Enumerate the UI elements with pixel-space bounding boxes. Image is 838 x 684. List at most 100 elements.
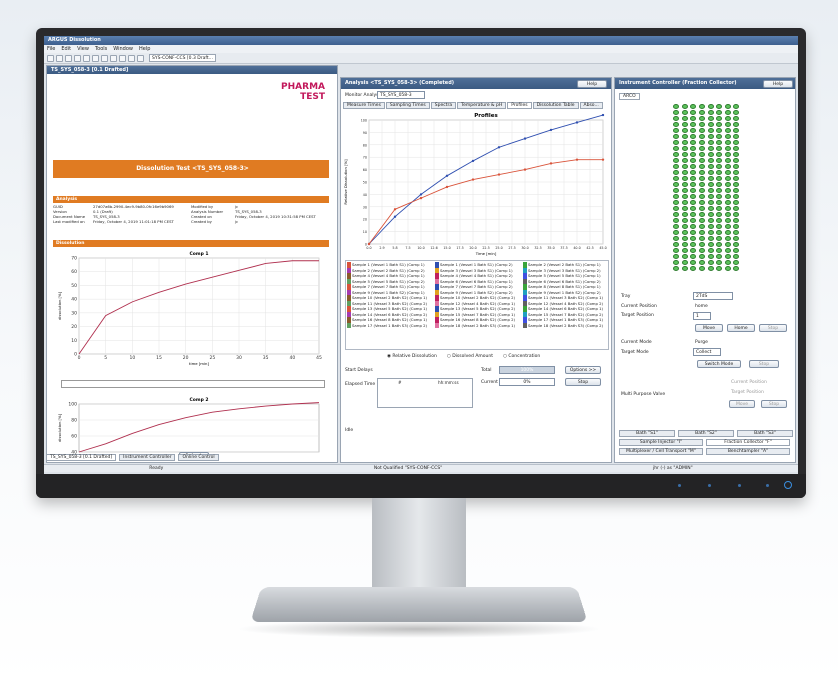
- tab-sample-injector[interactable]: Sample Injector "I": [619, 439, 703, 446]
- tray-well[interactable]: [733, 218, 740, 223]
- tray-well[interactable]: [698, 110, 705, 115]
- tray-well[interactable]: [733, 254, 740, 259]
- radio-concentration[interactable]: ○ Concentration: [503, 354, 540, 359]
- tray-well[interactable]: [716, 218, 723, 223]
- tray-well[interactable]: [690, 140, 697, 145]
- tray-well[interactable]: [724, 236, 731, 241]
- tray-well[interactable]: [716, 140, 723, 145]
- toolbar-button[interactable]: [56, 54, 63, 62]
- tray-well[interactable]: [681, 116, 688, 121]
- tray-well[interactable]: [707, 158, 714, 163]
- tray-well[interactable]: [673, 218, 679, 223]
- tray-well[interactable]: [716, 122, 723, 127]
- tray-well[interactable]: [698, 200, 705, 205]
- tab-instrument-controller[interactable]: Instrument Controller: [119, 454, 176, 461]
- tray-well[interactable]: [690, 230, 697, 235]
- tray-well[interactable]: [673, 116, 679, 121]
- tray-well[interactable]: [716, 242, 723, 247]
- tray-well[interactable]: [690, 194, 697, 199]
- stop-button[interactable]: Stop: [565, 378, 601, 386]
- tray-well[interactable]: [707, 140, 714, 145]
- tray-well[interactable]: [681, 194, 688, 199]
- tray-well[interactable]: [707, 146, 714, 151]
- tray-well[interactable]: [733, 164, 740, 169]
- tray-well[interactable]: [698, 254, 705, 259]
- tray-well[interactable]: [690, 242, 697, 247]
- toolbar-button[interactable]: [65, 54, 72, 62]
- tray-well[interactable]: [698, 242, 705, 247]
- tray-well[interactable]: [698, 230, 705, 235]
- legend-entry[interactable]: Sample 18 (Vessel 2 Bath S3) (Comp 1): [435, 322, 519, 328]
- tray-well[interactable]: [733, 242, 740, 247]
- help-button[interactable]: Help: [763, 80, 793, 88]
- tray-well[interactable]: [724, 254, 731, 259]
- tray-well[interactable]: [724, 194, 731, 199]
- tray-well[interactable]: [673, 152, 679, 157]
- tray-well[interactable]: [698, 152, 705, 157]
- tray-well[interactable]: [707, 182, 714, 187]
- tray-well[interactable]: [707, 218, 714, 223]
- toolbar-button[interactable]: [137, 54, 144, 62]
- tray-well[interactable]: [673, 266, 679, 271]
- tray-well[interactable]: [681, 134, 688, 139]
- tray-well[interactable]: [698, 212, 705, 217]
- toolbar-button[interactable]: [110, 54, 117, 62]
- tray-well[interactable]: [698, 158, 705, 163]
- tray-well[interactable]: [681, 188, 688, 193]
- toolbar-button[interactable]: [92, 54, 99, 62]
- tray-well[interactable]: [690, 134, 697, 139]
- tray-well[interactable]: [673, 194, 679, 199]
- tray-well[interactable]: [673, 176, 679, 181]
- tray-well[interactable]: [733, 176, 740, 181]
- tab-online-control[interactable]: Online Control: [178, 454, 219, 461]
- tray-well[interactable]: [707, 122, 714, 127]
- tray-well[interactable]: [724, 230, 731, 235]
- tray-well[interactable]: [733, 230, 740, 235]
- tray-well[interactable]: [707, 152, 714, 157]
- tray-well[interactable]: [673, 236, 679, 241]
- tray-well[interactable]: [724, 212, 731, 217]
- tray-well[interactable]: [724, 248, 731, 253]
- tray-well[interactable]: [681, 218, 688, 223]
- tray-well[interactable]: [716, 236, 723, 241]
- tray-well[interactable]: [707, 266, 714, 271]
- tray-well[interactable]: [733, 248, 740, 253]
- tray-well[interactable]: [707, 116, 714, 121]
- tab-temperature[interactable]: Temperature & pH: [457, 102, 507, 109]
- tray-well[interactable]: [698, 182, 705, 187]
- tray-well[interactable]: [673, 104, 679, 109]
- tray-well[interactable]: [681, 146, 688, 151]
- tray-well[interactable]: [724, 218, 731, 223]
- toolbar-button[interactable]: [119, 54, 126, 62]
- tray-well[interactable]: [690, 236, 697, 241]
- tray-well[interactable]: [707, 212, 714, 217]
- tray-well[interactable]: [733, 188, 740, 193]
- tray-well[interactable]: [681, 242, 688, 247]
- home-button[interactable]: Home: [727, 324, 755, 332]
- tray-well[interactable]: [724, 242, 731, 247]
- toolbar-button[interactable]: [83, 54, 90, 62]
- tray-well[interactable]: [673, 254, 679, 259]
- tray-well[interactable]: [690, 260, 697, 265]
- tray-well[interactable]: [724, 188, 731, 193]
- tray-well[interactable]: [707, 104, 714, 109]
- tray-well[interactable]: [690, 146, 697, 151]
- target-mode-select[interactable]: Collect: [693, 348, 721, 356]
- tray-well[interactable]: [673, 212, 679, 217]
- tab-multiplexer[interactable]: Multiplexer / Cell Transport "M": [619, 448, 703, 455]
- tray-well[interactable]: [698, 206, 705, 211]
- tray-well[interactable]: [673, 134, 679, 139]
- tray-well[interactable]: [681, 248, 688, 253]
- tray-well[interactable]: [707, 128, 714, 133]
- tray-well[interactable]: [673, 260, 679, 265]
- tray-well[interactable]: [724, 122, 731, 127]
- tray-well[interactable]: [698, 260, 705, 265]
- tray-well[interactable]: [716, 134, 723, 139]
- tray-well[interactable]: [707, 110, 714, 115]
- tray-well[interactable]: [698, 194, 705, 199]
- tab-bath-s1[interactable]: Bath "S1": [619, 430, 675, 437]
- tray-well[interactable]: [716, 128, 723, 133]
- menu-edit[interactable]: Edit: [61, 45, 71, 53]
- tray-well[interactable]: [690, 176, 697, 181]
- tray-well[interactable]: [724, 224, 731, 229]
